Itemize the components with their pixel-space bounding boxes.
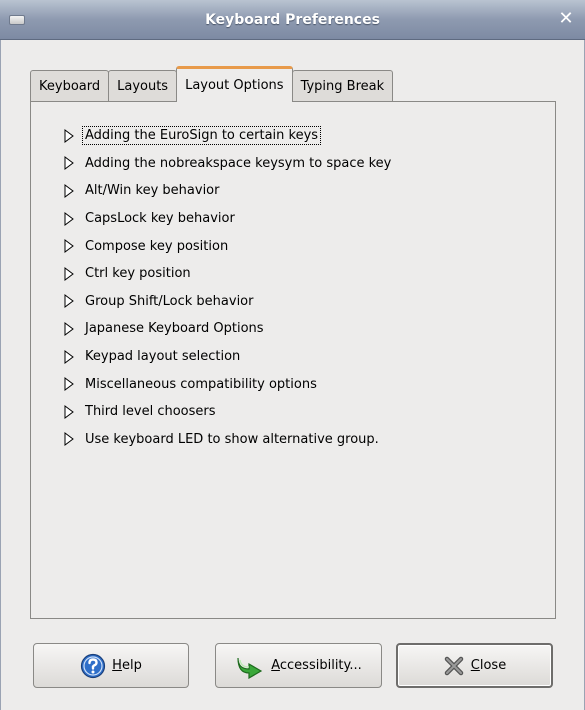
expander-triangle-icon[interactable] (64, 211, 74, 226)
option-row[interactable]: Japanese Keyboard Options (64, 315, 393, 343)
tab-label: Layout Options (185, 78, 284, 93)
help-icon (80, 653, 106, 679)
option-row[interactable]: CapsLock key behavior (64, 205, 393, 233)
help-button-label: Help (112, 658, 142, 673)
option-row[interactable]: Ctrl key position (64, 260, 393, 288)
option-label: Adding the EuroSign to certain keys (81, 126, 322, 146)
layout-options-panel: Adding the EuroSign to certain keys Addi… (30, 101, 556, 619)
option-label: Use keyboard LED to show alternative gro… (85, 431, 379, 447)
expander-triangle-icon[interactable] (64, 404, 74, 419)
expander-triangle-icon[interactable] (64, 349, 74, 364)
window-close-button[interactable]: ✕ (557, 9, 575, 29)
close-x-icon (443, 655, 465, 677)
tab-label: Layouts (117, 79, 169, 94)
expander-triangle-icon[interactable] (64, 377, 74, 392)
accessibility-button[interactable]: Accessibility... (215, 643, 382, 688)
option-row[interactable]: Compose key position (64, 232, 393, 260)
title-bar[interactable]: Keyboard Preferences ✕ (0, 0, 585, 40)
expander-triangle-icon[interactable] (64, 183, 74, 198)
tab-keyboard[interactable]: Keyboard (30, 70, 110, 102)
tab-bar: Keyboard Layouts Layout Options Typing B… (30, 66, 394, 102)
option-label: Third level choosers (85, 404, 216, 420)
tab-layouts[interactable]: Layouts (108, 70, 178, 102)
expander-triangle-icon[interactable] (64, 266, 74, 281)
option-row[interactable]: Adding the EuroSign to certain keys (64, 122, 393, 150)
close-button-label: Close (470, 658, 507, 673)
close-button[interactable]: Close (396, 643, 553, 688)
expander-triangle-icon[interactable] (64, 128, 74, 143)
tab-layout-options[interactable]: Layout Options (176, 66, 293, 102)
tab-typing-break[interactable]: Typing Break (291, 70, 394, 102)
expander-triangle-icon[interactable] (64, 239, 74, 254)
help-button[interactable]: Help (33, 643, 189, 688)
option-label: Alt/Win key behavior (85, 183, 220, 199)
option-label: Adding the nobreakspace keysym to space … (85, 155, 392, 171)
option-row[interactable]: Third level choosers (64, 398, 393, 426)
accessibility-button-label: Accessibility... (271, 658, 362, 673)
option-label: Keypad layout selection (85, 349, 241, 365)
option-label: Miscellaneous compatibility options (85, 376, 317, 392)
expander-triangle-icon[interactable] (64, 156, 74, 171)
options-tree: Adding the EuroSign to certain keys Addi… (64, 122, 393, 453)
option-row[interactable]: Miscellaneous compatibility options (64, 370, 393, 398)
option-label: CapsLock key behavior (85, 211, 235, 227)
option-row[interactable]: Alt/Win key behavior (64, 177, 393, 205)
option-label: Group Shift/Lock behavior (85, 293, 254, 309)
accessibility-arrow-icon (235, 653, 265, 679)
option-row[interactable]: Keypad layout selection (64, 343, 393, 371)
option-row[interactable]: Group Shift/Lock behavior (64, 288, 393, 316)
expander-triangle-icon[interactable] (64, 294, 74, 309)
tab-label: Typing Break (300, 79, 385, 94)
tab-label: Keyboard (39, 79, 101, 94)
expander-triangle-icon[interactable] (64, 432, 74, 447)
window-title: Keyboard Preferences (205, 12, 380, 28)
option-label: Compose key position (85, 238, 229, 254)
option-row[interactable]: Use keyboard LED to show alternative gro… (64, 426, 393, 454)
option-label: Japanese Keyboard Options (85, 321, 264, 337)
option-label: Ctrl key position (85, 266, 191, 282)
option-row[interactable]: Adding the nobreakspace keysym to space … (64, 150, 393, 178)
expander-triangle-icon[interactable] (64, 321, 74, 336)
